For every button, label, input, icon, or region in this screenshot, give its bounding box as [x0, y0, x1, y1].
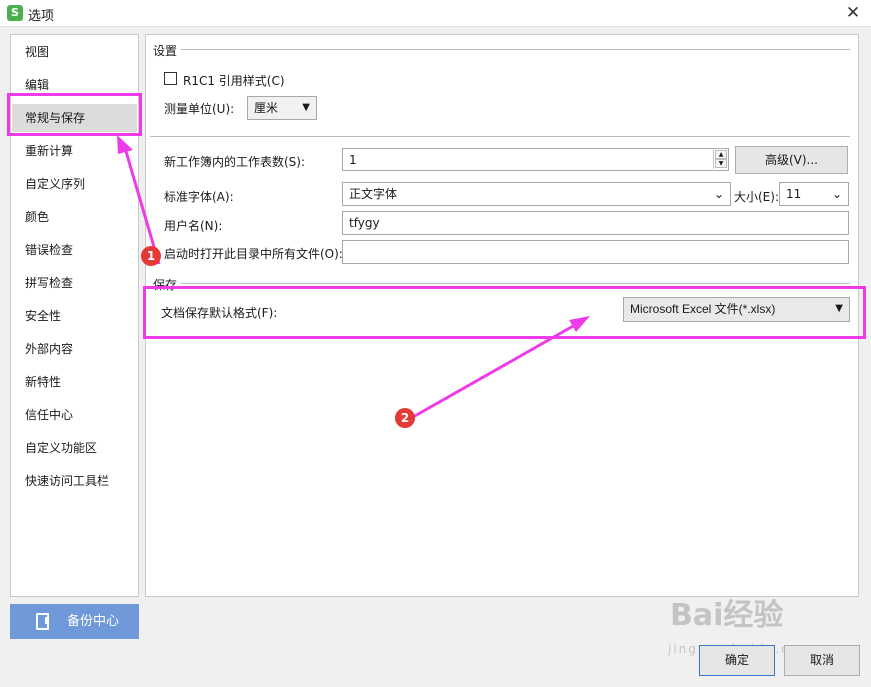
arrow-2-head — [569, 316, 590, 332]
baidu-watermark: Bai经验 — [670, 598, 784, 633]
step-badge-2: 2 — [395, 408, 415, 428]
arrow-1-head — [117, 135, 133, 154]
step-badge-1: 1 — [141, 246, 161, 266]
cancel-button[interactable]: 取消 — [784, 645, 860, 676]
arrow-2-line — [412, 323, 576, 419]
ok-button[interactable]: 确定 — [699, 645, 775, 676]
annotation-arrows — [117, 135, 590, 419]
